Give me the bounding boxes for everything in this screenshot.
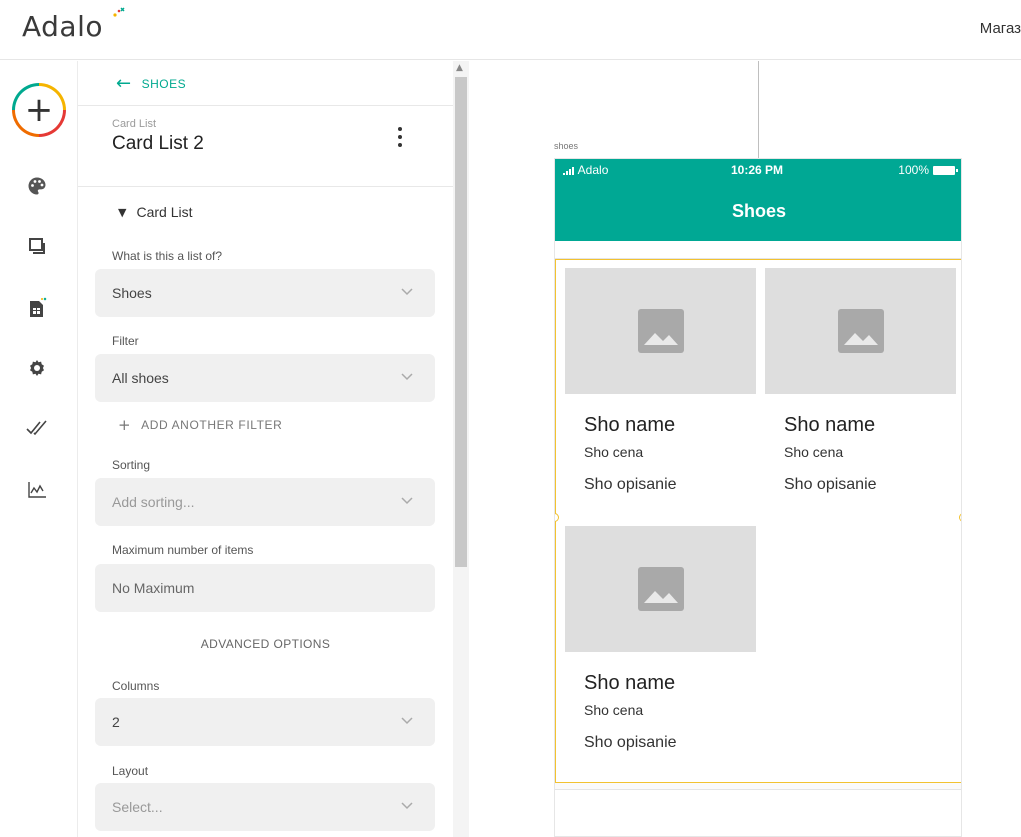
list-item[interactable]: Sho name Sho cena Sho opisanie	[765, 268, 956, 518]
layout-select[interactable]: Select...	[95, 783, 435, 831]
image-placeholder	[765, 268, 956, 394]
screen-preview[interactable]: Adalo 10:26 PM 100% Shoes Sho name Sho c…	[554, 158, 962, 837]
screen-link-line	[758, 61, 759, 159]
columns-select[interactable]: 2	[95, 698, 435, 746]
adalo-logo[interactable]: Adalo	[22, 10, 103, 43]
add-icon: +	[15, 86, 63, 134]
component-type-label: Card List	[112, 118, 157, 130]
component-settings-panel: ← SHOES Card List Card List 2 ▼ Card Lis…	[78, 61, 453, 837]
battery-percent: 100%	[898, 163, 929, 177]
left-toolbar: +	[0, 61, 78, 837]
logo-sparkle-icon	[113, 7, 125, 17]
battery: 100%	[898, 163, 958, 177]
scrollbar-thumb[interactable]	[455, 77, 467, 567]
component-name[interactable]: Card List 2	[112, 133, 204, 155]
card-description: Sho opisanie	[584, 476, 677, 493]
project-name[interactable]: Магаз	[980, 20, 1021, 37]
carrier: Adalo	[563, 163, 608, 177]
advanced-options-toggle[interactable]: ADVANCED OPTIONS	[78, 637, 453, 651]
status-bar: Adalo 10:26 PM 100%	[555, 159, 961, 181]
chevron-down-icon	[401, 717, 413, 727]
sorting-placeholder: Add sorting...	[112, 494, 195, 510]
card-description: Sho opisanie	[584, 734, 677, 751]
filter-label: Filter	[112, 334, 139, 348]
add-component-button[interactable]: +	[12, 83, 66, 137]
battery-icon	[933, 165, 958, 175]
list-of-value: Shoes	[112, 285, 152, 301]
image-icon	[637, 567, 684, 611]
card-subtitle: Sho cena	[584, 444, 644, 460]
add-filter-label: ADD ANOTHER FILTER	[141, 418, 283, 432]
top-bar: Adalo Магаз	[0, 0, 1021, 60]
filter-value: All shoes	[112, 370, 169, 386]
signal-icon	[563, 166, 574, 175]
resize-handle-left[interactable]	[555, 513, 559, 522]
plus-icon: +	[118, 416, 132, 434]
image-placeholder	[565, 268, 756, 394]
card-list-selected[interactable]: Sho name Sho cena Sho opisanie Sho name …	[555, 259, 961, 783]
scroll-up-icon[interactable]: ▲	[456, 63, 463, 73]
card-title: Sho name	[584, 414, 676, 436]
status-time: 10:26 PM	[731, 163, 784, 177]
list-of-select[interactable]: Shoes	[95, 269, 435, 317]
list-item[interactable]: Sho name Sho cena Sho opisanie	[565, 268, 756, 518]
layout-placeholder: Select...	[112, 799, 163, 815]
analytics-icon[interactable]	[26, 479, 48, 501]
chevron-down-icon: ▼	[118, 205, 127, 219]
divider	[78, 105, 453, 106]
max-items-value: No Maximum	[112, 580, 195, 596]
back-to-screen-link[interactable]: ← SHOES	[116, 73, 186, 94]
add-another-filter-button[interactable]: + ADD ANOTHER FILTER	[118, 416, 282, 434]
section-toggle-card-list[interactable]: ▼ Card List	[118, 204, 193, 220]
layout-label: Layout	[112, 764, 149, 778]
panel-scrollbar[interactable]: ▲	[453, 61, 469, 837]
max-items-input[interactable]: No Maximum	[95, 564, 435, 612]
max-items-label: Maximum number of items	[112, 543, 254, 557]
carrier-name: Adalo	[577, 163, 609, 177]
chevron-down-icon	[401, 497, 413, 507]
publish-checks-icon[interactable]	[26, 417, 48, 439]
columns-label: Columns	[112, 679, 160, 693]
card-subtitle: Sho cena	[784, 444, 844, 460]
sorting-label: Sorting	[112, 458, 151, 472]
card-description: Sho opisanie	[784, 476, 877, 493]
image-icon	[637, 309, 684, 353]
editor-canvas[interactable]: shoes Adalo 10:26 PM 100% Shoes Sho name	[469, 61, 1021, 837]
card-title: Sho name	[584, 672, 676, 694]
divider	[78, 186, 453, 187]
sorting-select[interactable]: Add sorting...	[95, 478, 435, 526]
palette-icon[interactable]	[26, 175, 48, 197]
card-title: Sho name	[784, 414, 876, 436]
settings-gear-icon[interactable]	[26, 357, 48, 379]
screen-component-strip[interactable]	[555, 241, 961, 259]
columns-value: 2	[112, 714, 120, 730]
screen-component-strip[interactable]	[555, 789, 961, 836]
screen-label[interactable]: shoes	[554, 141, 578, 151]
image-icon	[837, 309, 884, 353]
section-title-label: Card List	[136, 204, 193, 220]
resize-handle-right[interactable]	[959, 513, 961, 522]
database-icon[interactable]	[26, 297, 48, 319]
filter-select[interactable]: All shoes	[95, 354, 435, 402]
image-placeholder	[565, 526, 756, 652]
back-link-label: SHOES	[141, 76, 187, 91]
arrow-left-icon: ←	[116, 73, 132, 94]
list-item[interactable]: Sho name Sho cena Sho opisanie	[565, 526, 756, 776]
screens-icon[interactable]	[26, 235, 48, 257]
chevron-down-icon	[401, 802, 413, 812]
more-options-icon[interactable]	[394, 125, 406, 149]
chevron-down-icon	[401, 288, 413, 298]
card-subtitle: Sho cena	[584, 702, 644, 718]
app-bar-title[interactable]: Shoes	[555, 181, 961, 241]
chevron-down-icon	[401, 373, 413, 383]
list-of-label: What is this a list of?	[112, 249, 223, 263]
